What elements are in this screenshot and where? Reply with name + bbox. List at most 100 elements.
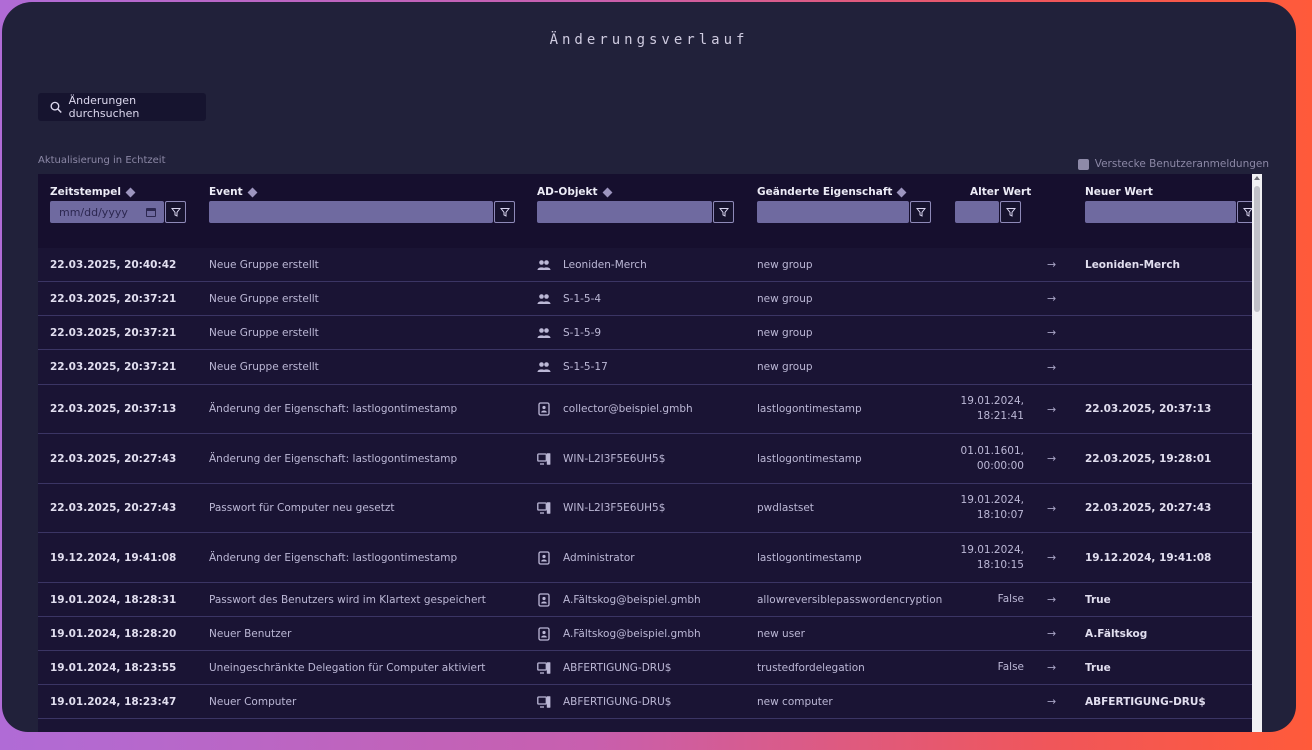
table-row[interactable]: 22.03.2025, 20:37:13 Änderung der Eigensc… [38, 385, 1262, 434]
table-row[interactable]: 19.12.2024, 19:41:08 Änderung der Eigensc… [38, 533, 1262, 583]
cell-new-value: A.Fältskog [1085, 627, 1148, 640]
object-name: A.Fältskog@beispiel.gmbh [563, 593, 701, 606]
table-row[interactable]: 19.01.2024, 18:23:47 Neuer Computer ABFERT… [38, 685, 1262, 719]
table-row[interactable]: 19.01.2024, 18:28:31 Passwort des Benutze… [38, 583, 1262, 617]
cell-old-value: False [998, 583, 1024, 616]
property-filter-input[interactable] [757, 201, 909, 223]
sort-icon[interactable] [125, 187, 136, 197]
table-row[interactable]: 22.03.2025, 20:37:21 Neue Gruppe erstellt… [38, 350, 1262, 385]
timestamp-filter-button[interactable] [165, 201, 186, 223]
hide-logins-checkbox[interactable] [1077, 158, 1089, 170]
cell-new-value: Leoniden-Merch [1085, 258, 1181, 271]
new-value-filter-input[interactable] [1085, 201, 1236, 223]
object-name: WIN-L2I3F5E6UH5$ [563, 502, 666, 514]
old-value-filter-input[interactable] [955, 201, 999, 223]
cell-event: Änderung der Eigenschaft: lastlogontimes… [209, 452, 458, 465]
page-title: Änderungsverlauf [549, 32, 749, 48]
cell-timestamp: 19.12.2024, 19:41:08 [50, 551, 177, 564]
object-filter-input[interactable] [537, 201, 712, 223]
arrow-icon: → [1047, 627, 1057, 640]
cell-object[interactable]: S-1-5-4 [537, 282, 601, 315]
calendar-icon[interactable] [146, 207, 156, 217]
cell-new-value: 22.03.2025, 19:28:01 [1085, 452, 1212, 465]
arrow-icon: → [1047, 501, 1057, 515]
column-header-property[interactable]: Geänderte Eigenschaft [757, 186, 907, 198]
table-row[interactable]: 22.03.2025, 20:40:42 Neue Gruppe erstellt… [38, 248, 1262, 282]
app-window: Änderungsverlauf Änderungen durchsuchen … [2, 2, 1296, 732]
table-row[interactable]: 19.01.2024, 18:28:20 Neuer Benutzer A.Fält… [38, 617, 1262, 651]
sort-icon[interactable] [247, 187, 258, 197]
column-label: AD-Objekt [537, 186, 598, 198]
table-row[interactable]: 22.03.2025, 20:27:43 Passwort für Compute… [38, 484, 1262, 533]
filter-icon [915, 208, 926, 217]
search-icon [50, 101, 62, 113]
computer-icon [537, 661, 551, 675]
arrow-icon: → [1047, 551, 1057, 564]
realtime-label: Aktualisierung in Echtzeit [38, 155, 166, 166]
computer-icon [537, 452, 551, 466]
table-row[interactable]: 22.03.2025, 20:27:43 Änderung der Eigensc… [38, 434, 1262, 484]
cell-property: pwdlastset [757, 502, 814, 514]
cell-old-value: 19.01.2024, 18:10:07 [961, 484, 1024, 532]
sort-icon[interactable] [896, 187, 907, 197]
column-header-event[interactable]: Event [209, 186, 258, 198]
scroll-up-arrow-icon[interactable] [1254, 176, 1260, 180]
object-name: ABFERTIGUNG-DRU$ [563, 695, 672, 708]
cell-event: Änderung der Eigenschaft: lastlogontimes… [209, 551, 458, 564]
timestamp-date-filter[interactable]: mm/dd/yyyy [50, 201, 164, 223]
column-header-new-value: Neuer Wert [1085, 186, 1153, 198]
cell-timestamp: 19.01.2024, 18:23:47 [50, 695, 177, 708]
table-row[interactable]: 19.01.2024, 18:23:55 Uneingeschränkte Del… [38, 651, 1262, 685]
cell-object[interactable]: S-1-5-9 [537, 316, 601, 349]
table-row[interactable]: 22.03.2025, 20:37:21 Neue Gruppe erstellt… [38, 282, 1262, 316]
cell-timestamp: 19.01.2024, 18:28:31 [50, 593, 177, 606]
cell-object[interactable]: collector@beispiel.gmbh [537, 385, 693, 433]
table-row[interactable]: 22.03.2025, 20:37:21 Neue Gruppe erstellt… [38, 316, 1262, 350]
sort-icon[interactable] [602, 187, 613, 197]
table-header: Zeitstempel mm/dd/yyyy Event AD-Objekt G… [38, 174, 1262, 248]
column-label: Event [209, 186, 243, 198]
cell-object[interactable]: ABFERTIGUNG-DRU$ [537, 685, 671, 718]
search-button-label: Änderungen durchsuchen [68, 94, 140, 120]
cell-event: Neuer Computer [209, 695, 297, 708]
user-icon [537, 626, 551, 641]
cell-object[interactable]: WIN-L2I3F5E6UH5$ [537, 484, 665, 532]
property-filter-button[interactable] [910, 201, 931, 223]
old-value-filter-button[interactable] [1000, 201, 1021, 223]
cell-event: Neue Gruppe erstellt [209, 292, 319, 305]
cell-property: new group [757, 361, 813, 373]
cell-object[interactable]: WIN-L2I3F5E6UH5$ [537, 434, 665, 483]
user-icon [537, 402, 551, 416]
hide-logins-toggle[interactable]: Verstecke Benutzeranmeldungen [1077, 158, 1269, 170]
object-name: Leoniden-Merch [563, 258, 647, 271]
column-header-object[interactable]: AD-Objekt [537, 186, 613, 198]
old-value-line2: 18:21:41 [976, 410, 1024, 422]
search-changes-button[interactable]: Änderungen durchsuchen [38, 93, 206, 121]
cell-timestamp: 22.03.2025, 20:37:21 [50, 326, 177, 339]
cell-object[interactable]: S-1-5-17 [537, 350, 608, 384]
scrollbar-thumb[interactable] [1254, 186, 1260, 312]
object-name: ABFERTIGUNG-DRU$ [563, 661, 672, 674]
changes-table: Zeitstempel mm/dd/yyyy Event AD-Objekt G… [38, 174, 1262, 732]
cell-object[interactable]: Leoniden-Merch [537, 248, 647, 281]
cell-object[interactable]: Administrator [537, 533, 635, 582]
cell-event: Neuer Benutzer [209, 627, 292, 640]
cell-object[interactable]: ABFERTIGUNG-DRU$ [537, 651, 671, 684]
column-header-timestamp[interactable]: Zeitstempel [50, 186, 136, 198]
arrow-icon: → [1047, 452, 1057, 465]
computer-icon [537, 501, 551, 515]
cell-object[interactable]: A.Fältskog@beispiel.gmbh [537, 583, 701, 616]
cell-old-value: 01.01.1601, 00:00:00 [961, 434, 1024, 483]
column-label: Geänderte Eigenschaft [757, 186, 893, 198]
cell-object[interactable]: A.Fältskog@beispiel.gmbh [537, 617, 701, 650]
vertical-scrollbar[interactable] [1252, 174, 1262, 732]
cell-timestamp: 22.03.2025, 20:37:13 [50, 403, 177, 415]
event-filter-button[interactable] [494, 201, 515, 223]
object-name: collector@beispiel.gmbh [563, 403, 693, 415]
object-filter-button[interactable] [713, 201, 734, 223]
column-label: Alter Wert [970, 186, 1032, 198]
old-value-line1: 19.01.2024, [960, 395, 1024, 407]
event-filter-input[interactable] [209, 201, 493, 223]
cell-property: new user [757, 627, 805, 640]
cell-event: Neue Gruppe erstellt [209, 258, 319, 271]
